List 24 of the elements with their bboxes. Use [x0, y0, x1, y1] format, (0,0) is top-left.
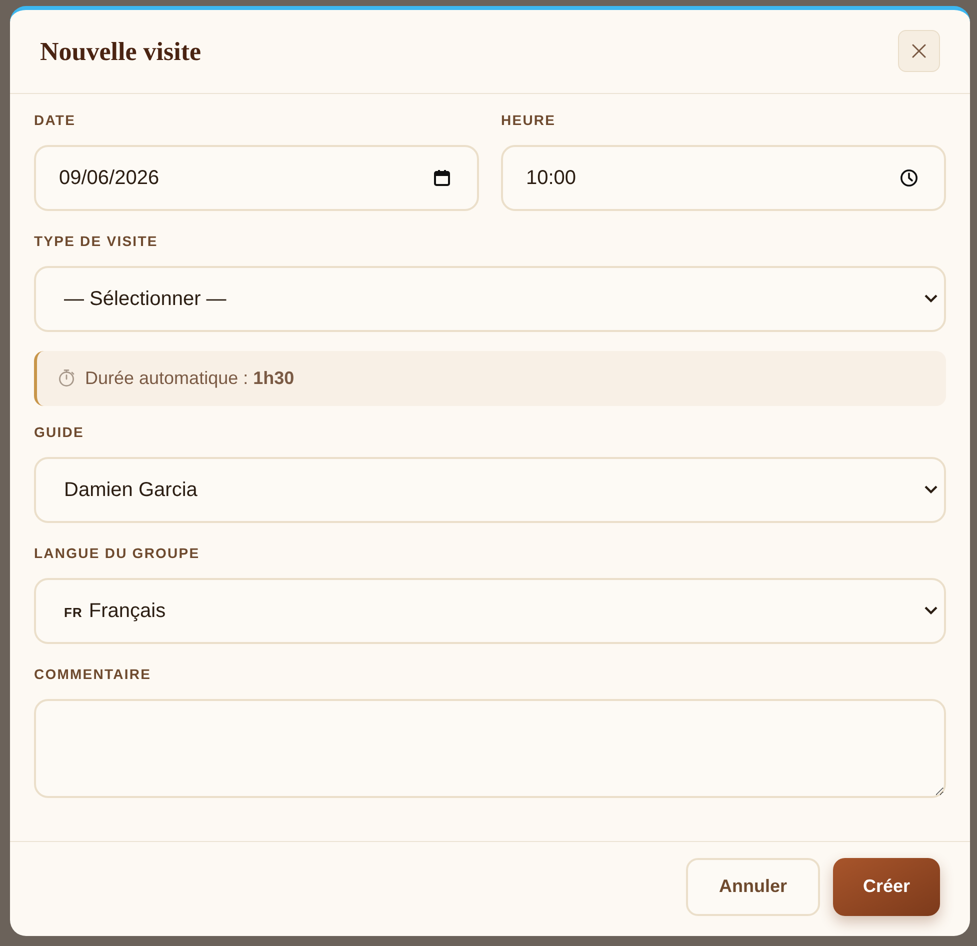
field-label: LANGUE DU GROUPE — [34, 544, 200, 563]
field-label: GUIDE — [34, 422, 84, 442]
date-field[interactable]: 09/06/2026 — [34, 144, 479, 211]
duration-text: Durée automatique : 1h30 — [85, 366, 294, 390]
field-label: DATE — [34, 110, 76, 130]
comment-field[interactable] — [34, 698, 946, 798]
select-field[interactable]: FR Français — [34, 578, 946, 644]
chevron-down-icon — [924, 294, 938, 304]
field-label: TYPE DE VISITE — [34, 232, 158, 251]
close-button[interactable] — [898, 30, 940, 72]
chevron-down-icon — [924, 606, 938, 616]
cancel-button[interactable]: Annuler — [686, 858, 820, 916]
time-field[interactable]: 10:00 — [501, 144, 946, 211]
close-icon — [912, 44, 926, 58]
field-label: COMMENTAIRE — [34, 664, 152, 684]
stopwatch-icon — [58, 369, 75, 388]
dialog-title: Nouvelle visite — [40, 36, 202, 68]
chevron-down-icon — [924, 485, 938, 494]
select-field[interactable]: — Sélectionner — — [34, 266, 946, 332]
create-button[interactable]: Créer — [832, 858, 940, 916]
select-field[interactable]: Damien Garcia — [34, 456, 946, 523]
clock-icon[interactable] — [900, 168, 918, 187]
calendar-icon[interactable] — [433, 168, 451, 187]
field-label: HEURE — [501, 110, 556, 130]
